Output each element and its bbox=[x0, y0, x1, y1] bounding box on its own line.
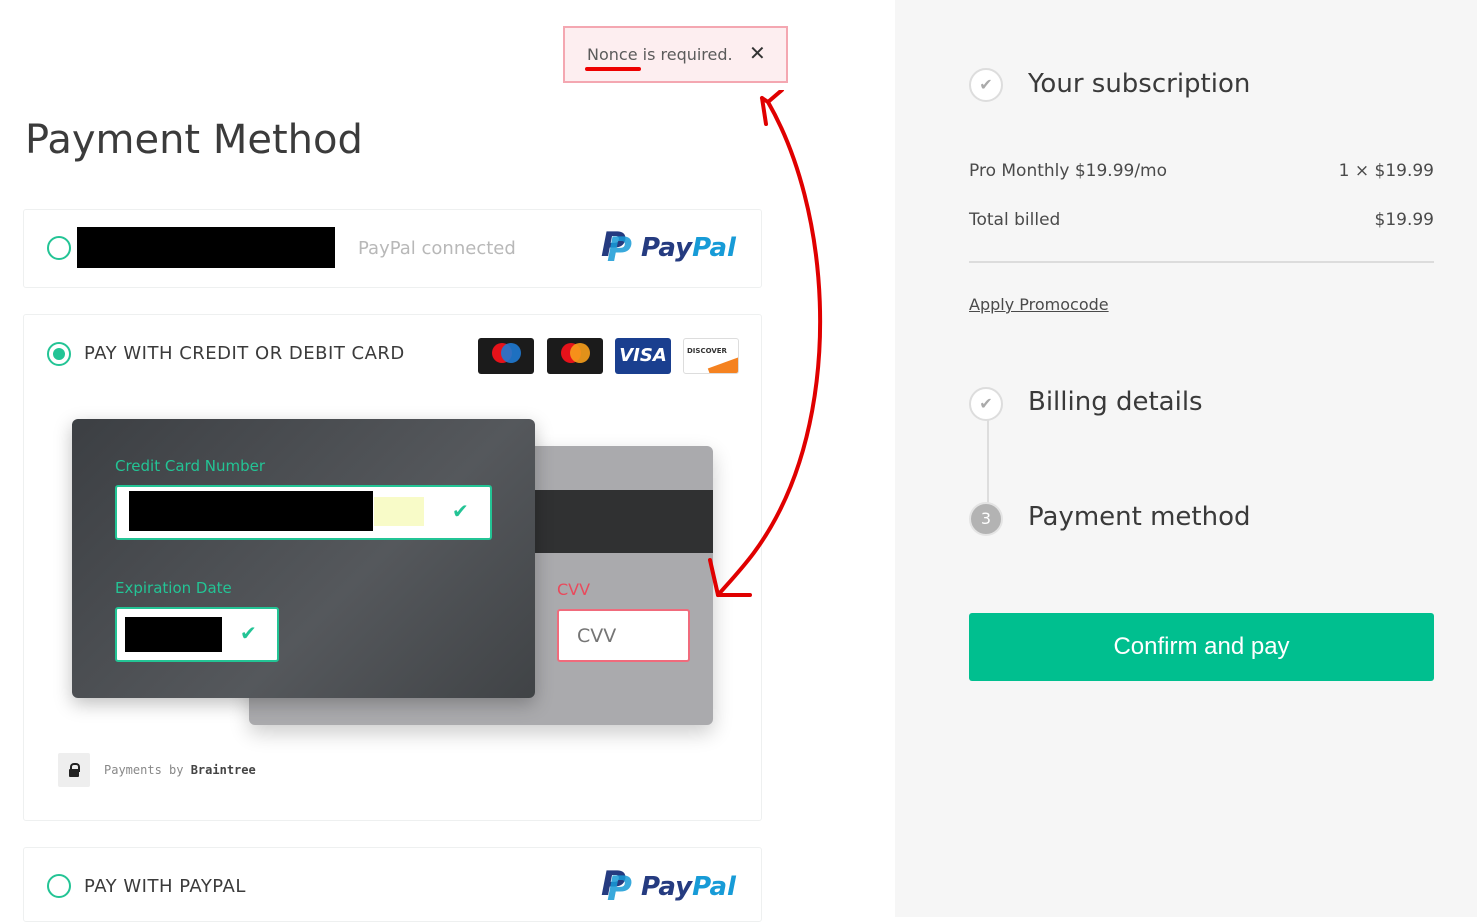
total-label: Total billed bbox=[969, 210, 1061, 230]
maestro-icon bbox=[478, 338, 534, 374]
paypal-logo: P P PayPal bbox=[601, 864, 736, 909]
checkmark-icon: ✔ bbox=[240, 621, 257, 645]
braintree-credit: Payments by Braintree bbox=[104, 763, 256, 777]
braintree-prefix: Payments by bbox=[104, 763, 191, 777]
close-icon[interactable]: ✕ bbox=[749, 41, 766, 65]
expiry-input[interactable]: ✔ bbox=[115, 607, 279, 662]
paypal-logo-pay: Pay bbox=[641, 233, 693, 263]
redacted-account bbox=[77, 227, 335, 268]
lock-icon bbox=[58, 753, 90, 787]
check-icon: ✔ bbox=[969, 68, 1003, 102]
paypal-option-label: PAY WITH PAYPAL bbox=[84, 876, 246, 897]
total-value: $19.99 bbox=[1374, 210, 1434, 230]
page-title: Payment Method bbox=[25, 117, 363, 163]
paypal-logo-pal: Pal bbox=[692, 872, 736, 902]
paypal-option[interactable]: PAY WITH PAYPAL P P PayPal bbox=[23, 847, 762, 922]
cvv-label: CVV bbox=[557, 580, 591, 599]
step-payment-method: Payment method bbox=[1028, 502, 1251, 532]
card-front: Credit Card Number ✔ Expiration Date ✔ bbox=[72, 419, 535, 698]
expiry-label: Expiration Date bbox=[115, 579, 232, 597]
error-toast: Nonce is required. ✕ bbox=[563, 26, 788, 83]
item-name: Pro Monthly $19.99/mo bbox=[969, 161, 1168, 181]
checkmark-icon: ✔ bbox=[452, 499, 469, 523]
card-option-label: PAY WITH CREDIT OR DEBIT CARD bbox=[84, 343, 405, 364]
mastercard-icon bbox=[547, 338, 603, 374]
paypal-radio[interactable] bbox=[47, 874, 71, 898]
cvv-input[interactable] bbox=[557, 609, 690, 662]
card-number-input[interactable]: ✔ bbox=[115, 485, 492, 540]
redacted-expiry bbox=[125, 617, 222, 652]
card-number-label: Credit Card Number bbox=[115, 457, 265, 475]
confirm-and-pay-button[interactable]: Confirm and pay bbox=[969, 613, 1434, 681]
braintree-brand: Braintree bbox=[190, 763, 256, 777]
saved-paypal-option[interactable]: PayPal connected P P PayPal bbox=[23, 209, 762, 288]
saved-paypal-radio[interactable] bbox=[47, 236, 71, 260]
toast-message: Nonce is required. bbox=[587, 45, 733, 64]
visa-icon: VISA bbox=[615, 338, 671, 374]
redacted-card-number bbox=[129, 491, 373, 531]
paypal-logo-pay: Pay bbox=[641, 872, 693, 902]
step-connector bbox=[987, 420, 989, 506]
check-icon: ✔ bbox=[969, 387, 1003, 421]
paypal-connected-status: PayPal connected bbox=[358, 238, 516, 259]
annotation-underline bbox=[585, 67, 641, 71]
annotation-arrow bbox=[708, 90, 823, 597]
card-radio[interactable] bbox=[47, 342, 71, 366]
payment-panel: Nonce is required. ✕ Payment Method PayP… bbox=[0, 0, 895, 922]
subscription-title: Your subscription bbox=[1028, 69, 1251, 99]
step-billing-details: Billing details bbox=[1028, 387, 1203, 417]
item-qty-price: 1 × $19.99 bbox=[1338, 161, 1434, 181]
divider bbox=[969, 261, 1434, 263]
step-number: 3 bbox=[969, 502, 1003, 536]
apply-promocode-link[interactable]: Apply Promocode bbox=[969, 295, 1109, 314]
order-summary: ✔ Your subscription Pro Monthly $19.99/m… bbox=[895, 0, 1477, 917]
autofill-highlight bbox=[374, 497, 424, 526]
